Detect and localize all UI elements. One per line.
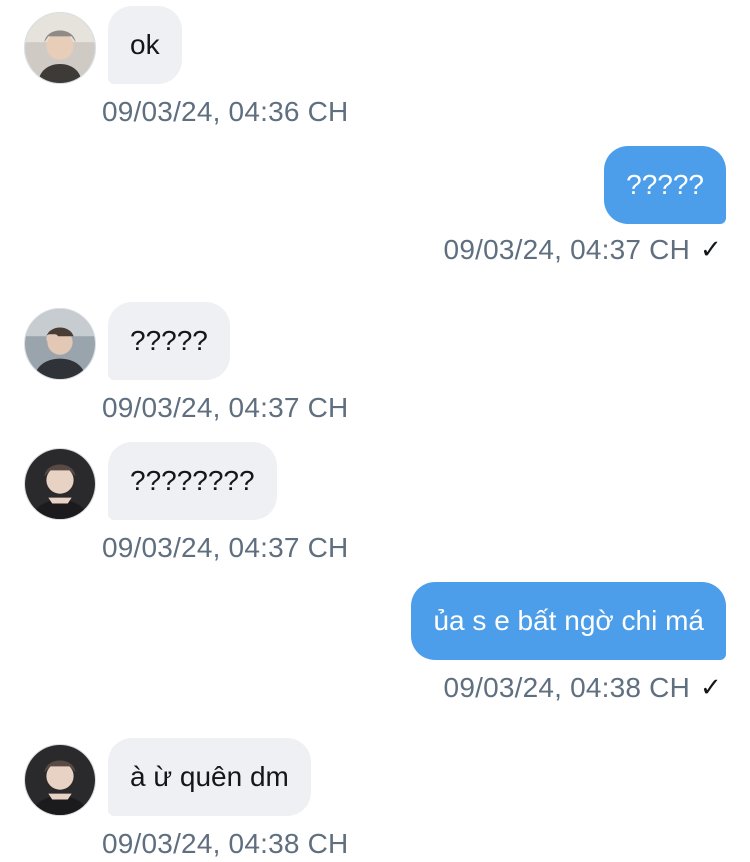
message-bubble[interactable]: ủa s e bất ngờ chi má [411,582,726,660]
message-timestamp: 09/03/24, 04:37 CH [102,532,349,563]
sender-avatar[interactable] [24,448,96,520]
message-bubble[interactable]: ok [108,6,182,84]
message-bubble[interactable]: ????? [108,302,230,380]
message-text: ủa s e bất ngờ chi má [433,605,704,636]
sent-check-icon: ✓ [700,673,722,703]
message-timestamp: 09/03/24, 04:36 CH [102,96,349,127]
sent-check-icon: ✓ [700,235,722,265]
sender-avatar[interactable] [24,744,96,816]
message-text: ???????? [130,465,255,496]
avatar-photo [25,309,95,379]
message-text: ok [130,29,160,60]
chat-conversation: ok 09/03/24, 04:36 CH ????? 09/03/24, 04… [0,0,750,862]
message-meta: 09/03/24, 04:38 CH ✓ [444,674,722,702]
message-timestamp: 09/03/24, 04:37 CH [443,234,690,265]
avatar-photo [25,745,95,815]
message-text: ????? [130,325,208,356]
sender-avatar[interactable] [24,308,96,380]
message-timestamp: 09/03/24, 04:37 CH [102,392,349,423]
message-bubble[interactable]: à ừ quên dm [108,738,311,816]
avatar-photo [25,13,95,83]
message-meta: 09/03/24, 04:37 CH ✓ [444,236,722,264]
message-text: à ừ quên dm [130,761,289,792]
message-bubble[interactable]: ????? [604,146,726,224]
message-timestamp: 09/03/24, 04:38 CH [443,672,690,703]
message-text: ????? [626,169,704,200]
message-timestamp: 09/03/24, 04:38 CH [102,828,349,859]
sender-avatar[interactable] [24,12,96,84]
avatar-photo [25,449,95,519]
message-bubble[interactable]: ???????? [108,442,277,520]
